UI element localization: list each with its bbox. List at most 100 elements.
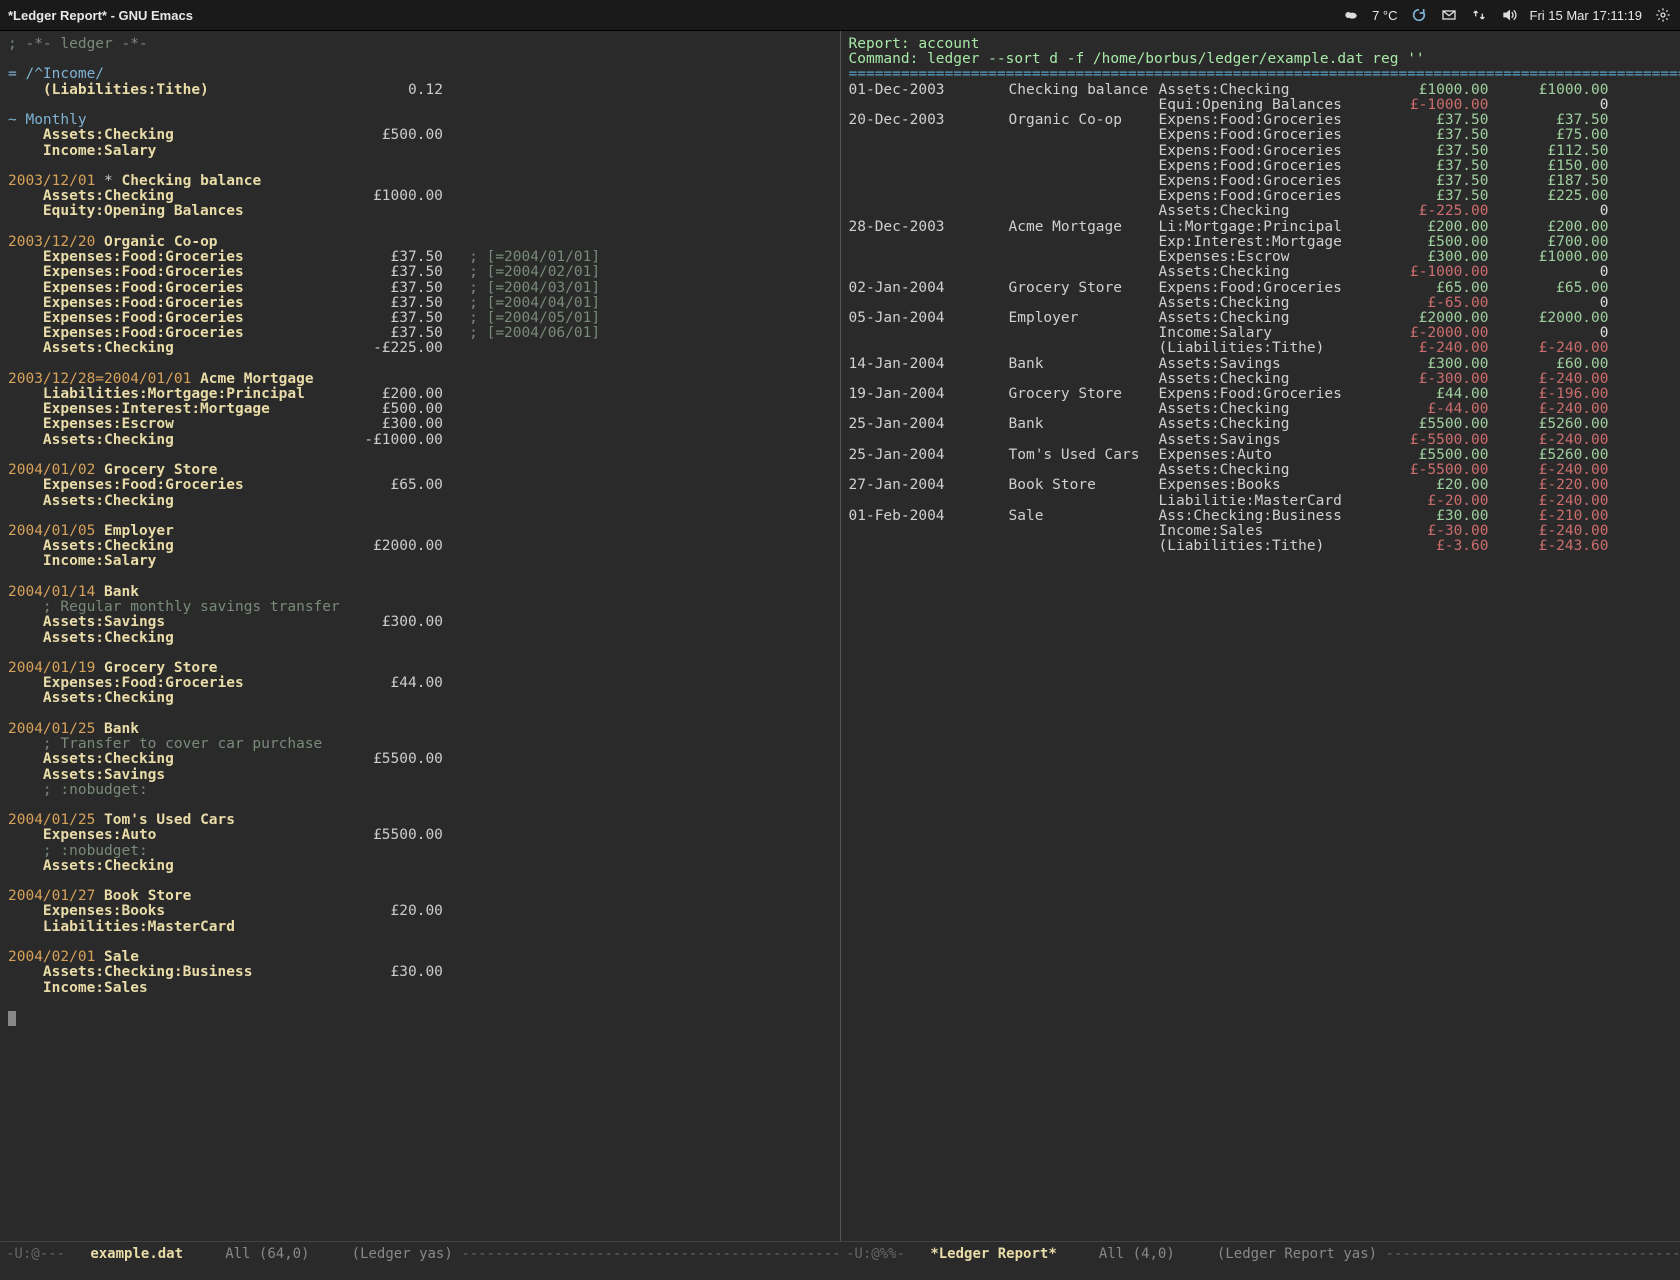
source-line[interactable]: 2004/02/01 Sale [8,950,834,965]
report-row[interactable]: Expenses:Escrow£300.00£1000.00 [849,250,1675,265]
source-line[interactable]: Assets:Checking£2000.00 [8,539,834,554]
report-row[interactable]: Assets:Checking£-225.000 [849,204,1675,219]
report-row[interactable]: Assets:Checking£-5500.00£-240.00 [849,463,1675,478]
source-line[interactable]: Expenses:Food:Groceries£37.50 ; [=2004/0… [8,326,834,341]
source-line[interactable] [8,220,834,235]
source-line[interactable]: Expenses:Food:Groceries£65.00 [8,478,834,493]
source-line[interactable]: 2004/01/19 Grocery Store [8,661,834,676]
source-line[interactable]: ~ Monthly [8,113,834,128]
source-line[interactable] [8,935,834,950]
source-line[interactable]: 2004/01/27 Book Store [8,889,834,904]
minibuffer[interactable] [0,1266,1680,1280]
source-line[interactable] [8,159,834,174]
source-line[interactable] [8,646,834,661]
source-line[interactable] [8,570,834,585]
report-row[interactable]: Income:Sales£-30.00£-240.00 [849,524,1675,539]
report-row[interactable]: 25-Jan-2004BankAssets:Checking£5500.00£5… [849,417,1675,432]
report-row[interactable]: Expens:Food:Groceries£37.50£225.00 [849,189,1675,204]
source-line[interactable]: Expenses:Food:Groceries£37.50 ; [=2004/0… [8,265,834,280]
source-line[interactable]: ; -*- ledger -*- [8,37,834,52]
report-row[interactable]: Assets:Checking£-300.00£-240.00 [849,372,1675,387]
source-line[interactable]: Assets:Checking£1000.00 [8,189,834,204]
report-row[interactable]: 19-Jan-2004Grocery StoreExpens:Food:Groc… [849,387,1675,402]
report-row[interactable]: (Liabilities:Tithe)£-3.60£-243.60 [849,539,1675,554]
source-line[interactable] [8,1011,834,1027]
volume-icon[interactable] [1500,6,1518,24]
source-line[interactable]: Equity:Opening Balances [8,204,834,219]
report-row[interactable]: 02-Jan-2004Grocery StoreExpens:Food:Groc… [849,281,1675,296]
source-line[interactable]: 2003/12/28=2004/01/01 Acme Mortgage [8,372,834,387]
source-line[interactable]: Income:Sales [8,981,834,996]
source-line[interactable] [8,98,834,113]
source-line[interactable]: Income:Salary [8,144,834,159]
report-row[interactable]: Expens:Food:Groceries£37.50£187.50 [849,174,1675,189]
source-line[interactable]: Expenses:Food:Groceries£44.00 [8,676,834,691]
source-line[interactable]: Assets:Checking:Business£30.00 [8,965,834,980]
source-line[interactable]: Expenses:Auto£5500.00 [8,828,834,843]
right-buffer-ledger-report[interactable]: Report: accountCommand: ledger --sort d … [840,31,1680,1241]
source-line[interactable]: (Liabilities:Tithe)0.12 [8,83,834,98]
source-line[interactable]: 2004/01/25 Bank [8,722,834,737]
source-line[interactable] [8,996,834,1011]
source-line[interactable]: Assets:Checking [8,859,834,874]
source-line[interactable]: ; :nobudget: [8,844,834,859]
settings-icon[interactable] [1654,6,1672,24]
source-line[interactable] [8,707,834,722]
report-row[interactable]: 05-Jan-2004EmployerAssets:Checking£2000.… [849,311,1675,326]
report-row[interactable]: Assets:Checking£-65.000 [849,296,1675,311]
network-icon[interactable] [1470,6,1488,24]
report-separator[interactable]: ========================================… [849,67,1675,82]
report-row[interactable]: 25-Jan-2004Tom's Used CarsExpenses:Auto£… [849,448,1675,463]
source-line[interactable]: 2004/01/25 Tom's Used Cars [8,813,834,828]
report-row[interactable]: Equi:Opening Balances£-1000.000 [849,98,1675,113]
source-line[interactable]: Expenses:Food:Groceries£37.50 ; [=2004/0… [8,296,834,311]
source-line[interactable] [8,874,834,889]
source-line[interactable]: Expenses:Food:Groceries£37.50 ; [=2004/0… [8,281,834,296]
source-line[interactable]: 2004/01/14 Bank [8,585,834,600]
source-line[interactable]: 2003/12/01 * Checking balance [8,174,834,189]
report-row[interactable]: 01-Dec-2003Checking balanceAssets:Checki… [849,83,1675,98]
report-row[interactable]: 27-Jan-2004Book StoreExpenses:Books£20.0… [849,478,1675,493]
source-line[interactable]: Expenses:Interest:Mortgage£500.00 [8,402,834,417]
source-line[interactable]: Assets:Checking-£225.00 [8,341,834,356]
report-header[interactable]: Report: account [849,37,1675,52]
source-line[interactable]: Expenses:Escrow£300.00 [8,417,834,432]
report-row[interactable]: Assets:Checking£-1000.000 [849,265,1675,280]
source-line[interactable]: Liabilities:Mortgage:Principal£200.00 [8,387,834,402]
source-line[interactable]: Assets:Checking [8,691,834,706]
mail-icon[interactable] [1440,6,1458,24]
source-line[interactable]: Assets:Checking [8,631,834,646]
left-buffer-example-dat[interactable]: ; -*- ledger -*- = /^Income/ (Liabilitie… [0,31,840,1241]
source-line[interactable]: Assets:Checking [8,494,834,509]
source-line[interactable] [8,52,834,67]
source-line[interactable]: = /^Income/ [8,67,834,82]
report-row[interactable]: 28-Dec-2003Acme MortgageLi:Mortgage:Prin… [849,220,1675,235]
report-row[interactable]: Assets:Savings£-5500.00£-240.00 [849,433,1675,448]
source-line[interactable]: Expenses:Food:Groceries£37.50 ; [=2004/0… [8,311,834,326]
report-row[interactable]: (Liabilities:Tithe)£-240.00£-240.00 [849,341,1675,356]
source-line[interactable] [8,798,834,813]
source-line[interactable] [8,357,834,372]
report-row[interactable]: 01-Feb-2004SaleAss:Checking:Business£30.… [849,509,1675,524]
refresh-icon[interactable] [1410,6,1428,24]
report-row[interactable]: Expens:Food:Groceries£37.50£75.00 [849,128,1675,143]
source-line[interactable]: Liabilities:MasterCard [8,920,834,935]
source-line[interactable]: Expenses:Books£20.00 [8,904,834,919]
source-line[interactable]: Assets:Checking£5500.00 [8,752,834,767]
source-line[interactable]: 2003/12/20 Organic Co-op [8,235,834,250]
source-line[interactable]: Assets:Savings [8,768,834,783]
source-line[interactable]: Assets:Checking£500.00 [8,128,834,143]
source-line[interactable] [8,448,834,463]
source-line[interactable]: Expenses:Food:Groceries£37.50 ; [=2004/0… [8,250,834,265]
source-line[interactable]: Income:Salary [8,554,834,569]
source-line[interactable]: ; Regular monthly savings transfer [8,600,834,615]
report-row[interactable]: Expens:Food:Groceries£37.50£112.50 [849,144,1675,159]
source-line[interactable]: 2004/01/02 Grocery Store [8,463,834,478]
source-line[interactable]: Assets:Checking-£1000.00 [8,433,834,448]
report-row[interactable]: Assets:Checking£-44.00£-240.00 [849,402,1675,417]
source-line[interactable]: Assets:Savings£300.00 [8,615,834,630]
report-row[interactable]: 14-Jan-2004BankAssets:Savings£300.00£60.… [849,357,1675,372]
report-row[interactable]: Income:Salary£-2000.000 [849,326,1675,341]
source-line[interactable]: ; Transfer to cover car purchase [8,737,834,752]
report-row[interactable]: Exp:Interest:Mortgage£500.00£700.00 [849,235,1675,250]
